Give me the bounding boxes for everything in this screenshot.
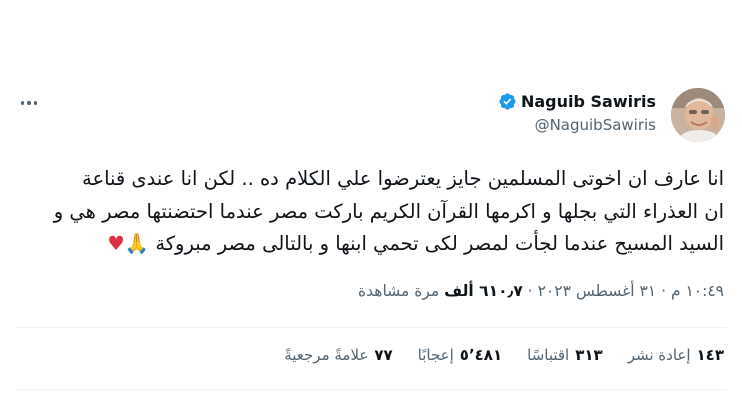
meta-separator: · [522,282,533,300]
folded-hands-emoji-icon: 🙏 [124,232,150,255]
tweet-date[interactable]: ٣١ أغسطس ٢٠٢٣ [538,282,657,300]
stat-label: اقتباسًا [527,346,570,364]
tweet-time[interactable]: ١٠:٤٩ م [671,282,724,300]
author-name[interactable]: Naguib Sawiris [521,92,656,111]
stat-count: ٣١٣ [575,346,603,364]
divider [16,389,726,390]
avatar[interactable] [671,88,725,142]
views-count: ٦١٠٫٧ ألف [444,282,523,300]
stat-quotes[interactable]: ٣١٣ اقتباسًا [527,346,603,364]
meta-separator: · [656,282,666,300]
stat-label: إعادة نشر [627,346,691,364]
stat-label: علامةً مرجعيةً [284,346,369,364]
engagement-stats: ١٤٣ إعادة نشر ٣١٣ اقتباسًا ٥٬٤٨١ إعجابًا… [284,346,724,364]
author-name-row: Naguib Sawiris [498,92,656,111]
divider [16,327,726,328]
stat-likes[interactable]: ٥٬٤٨١ إعجابًا [418,346,502,364]
tweet-line-1: انا عارف ان اخوتى المسلمين جايز يعترضوا … [81,167,724,190]
stat-label: إعجابًا [417,346,454,364]
stat-bookmarks[interactable]: ٧٧ علامةً مرجعيةً [284,346,392,364]
stat-reposts[interactable]: ١٤٣ إعادة نشر [628,346,724,364]
author-handle[interactable]: @NaguibSawiris [498,116,656,134]
tweet-card: Naguib Sawiris @NaguibSawiris انا عارف ا… [0,0,742,405]
more-dot [33,101,38,105]
more-dot [27,101,31,105]
views-label: مرة مشاهدة [358,282,440,300]
stat-count: ٥٬٤٨١ [459,346,503,364]
tweet-text: انا عارف ان اخوتى المسلمين جايز يعترضوا … [14,163,724,261]
stat-count: ١٤٣ [696,346,724,364]
verified-badge-icon [499,93,516,110]
tweet-line-3: السيد المسيح عندما لجأت لمصر لكى تحمي اب… [155,232,724,255]
more-dot [20,101,25,105]
tweet-meta: ١٠:٤٩ م · ٣١ أغسطس ٢٠٢٣ · ٦١٠٫٧ ألف مرة … [358,282,724,300]
tweet-line-2: ان العذراء التي بجلها و اكرمها القرآن ال… [53,199,724,223]
red-heart-emoji-icon: ♥ [107,232,125,255]
avatar-photo [671,88,725,142]
stat-count: ٧٧ [374,346,393,364]
author-block[interactable]: Naguib Sawiris @NaguibSawiris [498,92,656,134]
more-options-icon[interactable] [16,93,42,113]
